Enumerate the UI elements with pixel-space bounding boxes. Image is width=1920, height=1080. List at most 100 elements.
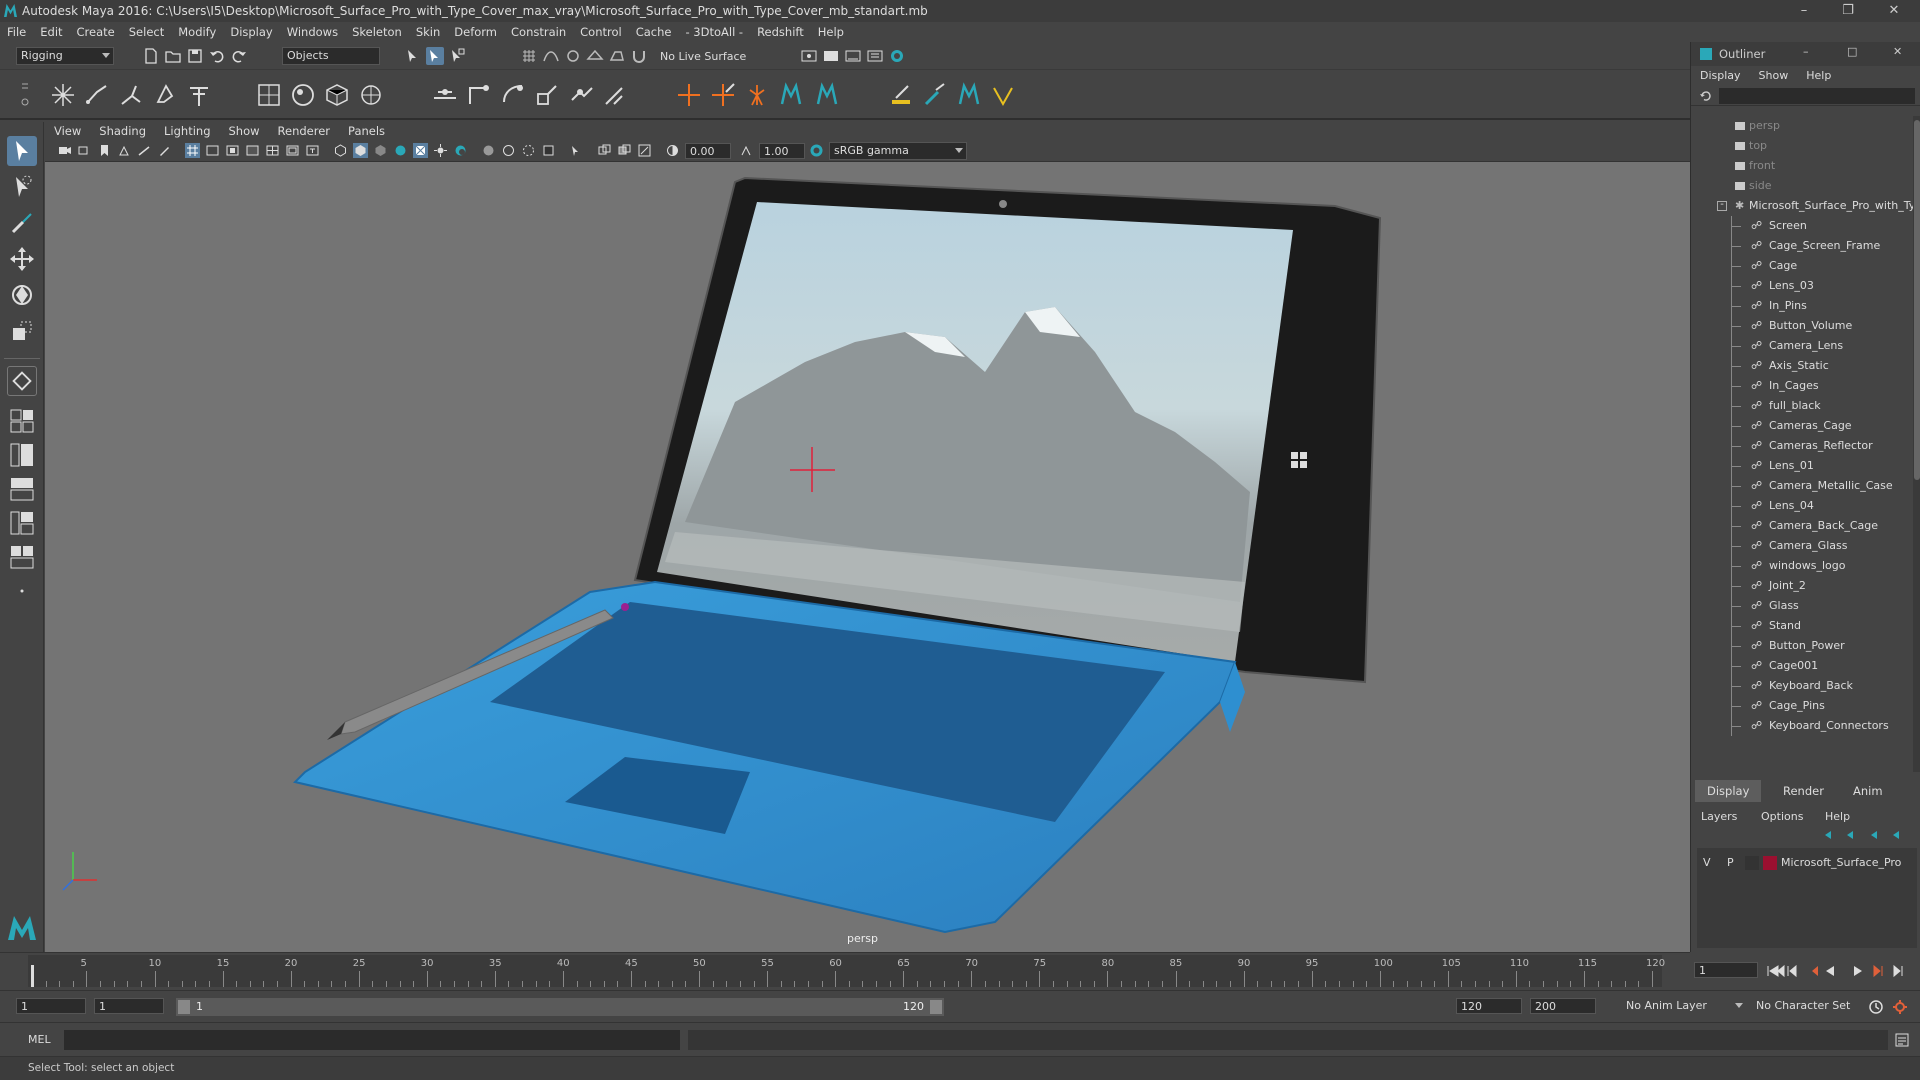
ik-spline-icon[interactable] <box>116 80 146 110</box>
outliner-item[interactable]: ☍ Camera_Lens <box>1691 336 1913 356</box>
outliner-item[interactable]: ☍ Cage <box>1691 256 1913 276</box>
collapse-icon[interactable]: - <box>1717 200 1727 211</box>
outliner-item[interactable]: ☍ Lens_01 <box>1691 456 1913 476</box>
render-settings-icon[interactable] <box>866 47 884 65</box>
layer-create-icons[interactable] <box>1821 828 1911 842</box>
menu-cache[interactable]: Cache <box>629 25 679 39</box>
panel-menu-renderer[interactable]: Renderer <box>269 124 340 138</box>
menu-file[interactable]: File <box>0 25 33 39</box>
outliner-item[interactable]: -✱ Microsoft_Surface_Pro_with_Type_Cover <box>1691 196 1913 216</box>
scale-tool-icon[interactable] <box>7 316 37 346</box>
rotate-tool-icon[interactable] <box>7 280 37 310</box>
locator-joint-icon[interactable] <box>708 80 738 110</box>
command-input[interactable] <box>64 1030 680 1050</box>
point-constraint-icon[interactable] <box>430 80 460 110</box>
outliner-item[interactable]: top <box>1691 136 1913 156</box>
restore-button[interactable]: ❐ <box>1826 0 1870 22</box>
film-gate-icon[interactable] <box>205 143 220 158</box>
joint-tool-icon[interactable] <box>48 80 78 110</box>
safe-action-icon[interactable] <box>285 143 300 158</box>
layer-menu-layers[interactable]: Layers <box>1701 810 1737 823</box>
viewport-panel[interactable]: persp <box>45 122 1690 952</box>
end-time-field[interactable]: 200 <box>1530 998 1596 1014</box>
current-time-indicator[interactable] <box>31 965 34 987</box>
outliner-item[interactable]: ☍ full_black <box>1691 396 1913 416</box>
exposure-icon[interactable] <box>665 143 680 158</box>
layer-tab-render[interactable]: Render <box>1771 780 1836 802</box>
layout-single-icon[interactable] <box>7 366 37 396</box>
outliner-item[interactable]: ☍ Lens_04 <box>1691 496 1913 516</box>
range-slider[interactable]: 1 120 <box>176 998 944 1016</box>
menu-display[interactable]: Display <box>223 25 279 39</box>
select-camera-icon[interactable] <box>57 143 72 158</box>
depth-of-field-icon[interactable] <box>541 143 556 158</box>
refresh-icon[interactable] <box>1699 89 1713 103</box>
panel-menu-shading[interactable]: Shading <box>90 124 155 138</box>
view-transform-dropdown[interactable]: sRGB gamma <box>829 142 967 160</box>
layer-tab-anim[interactable]: Anim <box>1841 780 1895 802</box>
outliner-item[interactable]: ☍ Axis_Static <box>1691 356 1913 376</box>
playback-start-field[interactable]: 1 <box>94 998 164 1014</box>
layer-tab-display[interactable]: Display <box>1695 780 1762 802</box>
pole-vector-icon[interactable] <box>600 80 630 110</box>
outliner-minimize-button[interactable]: – <box>1803 45 1809 58</box>
screen-space-ao-icon[interactable] <box>481 143 496 158</box>
xray-icon[interactable] <box>597 143 612 158</box>
outliner-item[interactable]: ☍ Stand <box>1691 616 1913 636</box>
hik-icon[interactable] <box>742 80 772 110</box>
menu-modify[interactable]: Modify <box>171 25 223 39</box>
redshift-icon[interactable] <box>776 80 806 110</box>
layer-color-swatch[interactable] <box>1763 856 1777 870</box>
quick-rig-icon[interactable] <box>988 80 1018 110</box>
wireframe-on-shaded-icon[interactable] <box>393 143 408 158</box>
gamma-field[interactable]: 1.00 <box>759 143 805 159</box>
camera-attributes-icon[interactable] <box>77 143 92 158</box>
character-set-dropdown[interactable]: No Character Set <box>1752 998 1864 1016</box>
scale-constraint-icon[interactable] <box>532 80 562 110</box>
bookmark-icon[interactable] <box>97 143 112 158</box>
shadows-icon[interactable] <box>453 143 468 158</box>
shelf-options-icon[interactable] <box>20 78 30 112</box>
select-by-component-icon[interactable] <box>448 47 466 65</box>
panel-menu-show[interactable]: Show <box>220 124 269 138</box>
render-frame-icon[interactable] <box>822 47 840 65</box>
anim-layer-dropdown[interactable]: No Anim Layer <box>1622 998 1746 1016</box>
paint-effects-icon[interactable] <box>886 80 916 110</box>
outliner-item[interactable]: ☍ Glass <box>1691 596 1913 616</box>
viewport-scene[interactable] <box>45 162 1690 952</box>
open-scene-icon[interactable] <box>164 47 182 65</box>
render-view-icon[interactable] <box>800 47 818 65</box>
multisample-aa-icon[interactable] <box>521 143 536 158</box>
gate-mask-icon[interactable] <box>245 143 260 158</box>
menu-skeleton[interactable]: Skeleton <box>345 25 409 39</box>
layer-playback-toggle[interactable]: P <box>1727 856 1734 869</box>
menu-set-dropdown[interactable]: Rigging <box>16 47 114 65</box>
outliner-item[interactable]: ☍ In_Pins <box>1691 296 1913 316</box>
save-scene-icon[interactable] <box>186 47 204 65</box>
layout-more-icon[interactable] <box>7 576 37 606</box>
outliner-item[interactable]: ☍ Lens_03 <box>1691 276 1913 296</box>
field-chart-icon[interactable] <box>265 143 280 158</box>
outliner-item[interactable]: ☍ Cage001 <box>1691 656 1913 676</box>
select-by-object-icon[interactable] <box>426 47 444 65</box>
maya-m-icon[interactable] <box>954 80 984 110</box>
layer-visibility-toggle[interactable]: V <box>1703 856 1711 869</box>
menu-constrain[interactable]: Constrain <box>504 25 573 39</box>
image-plane-icon[interactable] <box>117 143 132 158</box>
outliner-item[interactable]: ☍ Button_Volume <box>1691 316 1913 336</box>
layer-row[interactable]: V P Microsoft_Surface_Pro <box>1697 854 1917 872</box>
layout-four-icon[interactable] <box>7 406 37 436</box>
orient-constraint-icon[interactable] <box>498 80 528 110</box>
color-management-icon[interactable] <box>809 143 824 158</box>
grease-pencil-icon[interactable] <box>157 143 172 158</box>
outliner-maximize-button[interactable]: □ <box>1847 45 1857 58</box>
smooth-shade-icon[interactable] <box>353 143 368 158</box>
outliner-menu-display[interactable]: Display <box>1691 69 1750 82</box>
panel-menu-panels[interactable]: Panels <box>339 124 394 138</box>
lasso-tool-icon[interactable] <box>7 172 37 202</box>
layout-hypershade-icon[interactable] <box>7 508 37 538</box>
outliner-scroll-thumb[interactable] <box>1914 120 1920 480</box>
xray-active-icon[interactable] <box>617 143 632 158</box>
outliner-item[interactable]: ☍ Screen <box>1691 216 1913 236</box>
safe-title-icon[interactable] <box>305 143 320 158</box>
